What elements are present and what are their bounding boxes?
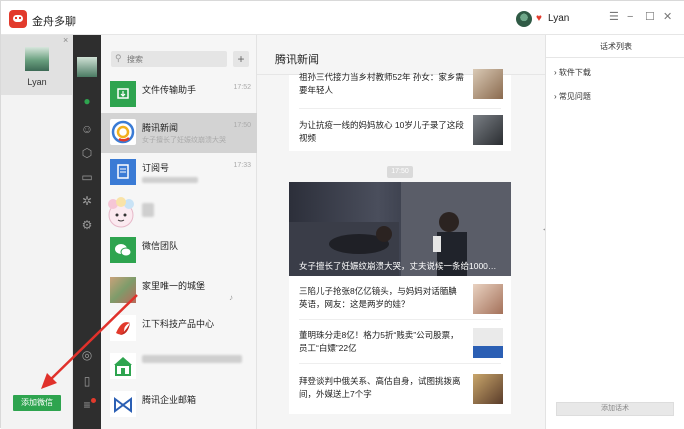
moments-icon[interactable]: ◎ [79, 347, 95, 363]
app-title: 金舟多聊 [32, 16, 76, 28]
article-thumbnail [473, 374, 503, 404]
chat-item-tencent-mail[interactable]: 腾讯企业邮箱 [101, 385, 257, 425]
news-article[interactable]: 为让抗疫一线的妈妈放心 10岁儿子录了这段视频 [299, 109, 503, 151]
jiangxia-icon [110, 315, 136, 341]
tencent-news-icon [110, 119, 136, 145]
article-title: 三陷儿子抢张8亿亿镜头，与妈妈对话腼腆英语，网友：这是两岁的娃？ [299, 286, 457, 309]
gear-icon[interactable]: ⚙ [79, 217, 95, 233]
chat-item-jiangxia[interactable]: 江下科技产品中心 [101, 309, 257, 349]
subscription-icon [110, 159, 136, 185]
search-box[interactable]: ⚲ [111, 51, 227, 67]
chat-list: ⚲ + 文件传输助手 17:52 腾讯新闻 17:50 女子擅长了妊娠纹崩溃大哭… [101, 35, 257, 429]
add-chat-button[interactable]: + [233, 51, 249, 67]
article-thumbnail [473, 328, 503, 358]
minimize-button[interactable]: − [627, 11, 633, 23]
sticker-avatar [103, 195, 139, 231]
nav-avatar[interactable] [77, 57, 97, 77]
chat-name: 腾讯新闻 [142, 123, 179, 133]
account-name: Lyan [27, 77, 47, 87]
chat-item-subscriptions[interactable]: 订阅号 17:33 [101, 153, 257, 193]
building-icon [110, 353, 136, 379]
chat-name: 微信团队 [142, 241, 179, 251]
news-article[interactable]: 董明珠分走8亿！格力5折“贱卖”公司股票，员工“白嫖”22亿 [299, 322, 503, 364]
chat-window: 腾讯新闻 祖孙三代接力当乡村教师52年 孙女：家乡需要年轻人 为让抗疫一线的妈妈… [257, 35, 545, 429]
chat-name: 家里唯一的城堡 [142, 281, 206, 291]
chat-item-blurred[interactable] [101, 347, 257, 387]
divider [546, 57, 684, 58]
chat-snippet: 女子擅长了妊娠纹崩溃大哭 [142, 137, 226, 144]
mute-icon: ♪ [229, 293, 233, 302]
news-article[interactable]: 三陷儿子抢张8亿亿镜头，与妈妈对话腼腆英语，网友：这是两岁的娃？ [299, 278, 503, 320]
scripts-title: 话术列表 [600, 42, 632, 51]
chat-item-file-transfer[interactable]: 文件传输助手 17:52 [101, 75, 257, 115]
search-input[interactable] [127, 51, 223, 67]
article-title: 董明珠分走8亿！格力5折“贱卖”公司股票，员工“白嫖”22亿 [299, 330, 459, 353]
user-avatar[interactable] [516, 11, 532, 27]
article-thumbnail [473, 69, 503, 99]
scripts-item-faq[interactable]: › 常见问题 [554, 91, 591, 102]
article-thumbnail [473, 284, 503, 314]
account-panel: × Lyan 添加微信 [1, 35, 73, 429]
heart-icon: ♥ [536, 13, 542, 24]
file-transfer-icon [110, 81, 136, 107]
blurred-name [142, 203, 154, 217]
scripts-item-download[interactable]: › 软件下载 [554, 67, 591, 78]
phone-icon[interactable]: ▯ [79, 373, 95, 389]
group-avatar [110, 277, 136, 303]
box-icon[interactable]: ⬡ [79, 145, 95, 161]
wechat-nav: ● ☺ ⬡ ▭ ✲ ⚙ ◎ ▯ ≡ [73, 35, 101, 429]
news-article[interactable]: 拜登谈判中俄关系、高估自身，试图挑拨离间，外媒送上7个字 [299, 368, 503, 410]
chat-time: 17:50 [233, 122, 251, 129]
folder-icon[interactable]: ▭ [79, 169, 95, 185]
news-card-main: 女子擅长了妊娠纹崩溃大哭，丈夫说候一条给1000… 三陷儿子抢张8亿亿镜头，与妈… [289, 182, 511, 414]
add-script-button[interactable]: 添加话术 [556, 402, 674, 416]
chat-item-tencent-news[interactable]: 腾讯新闻 17:50 女子擅长了妊娠纹崩溃大哭 [101, 113, 257, 153]
settings-icon[interactable]: ✲ [79, 193, 95, 209]
chat-title: 腾讯新闻 [275, 54, 319, 66]
mail-icon [110, 391, 136, 417]
search-icon: ⚲ [115, 53, 122, 63]
chat-name: 江下科技产品中心 [142, 319, 215, 329]
wechat-team-icon [110, 237, 136, 263]
user-name[interactable]: Lyan [548, 13, 569, 24]
app-logo [9, 10, 27, 28]
hero-caption: 女子擅长了妊娠纹崩溃大哭，丈夫说候一条给1000… [299, 261, 497, 271]
title-bar: 金舟多聊 ♥ Lyan ☰ − ☐ ✕ [1, 1, 684, 35]
article-thumbnail [473, 115, 503, 145]
article-title: 祖孙三代接力当乡村教师52年 孙女：家乡需要年轻人 [299, 72, 464, 95]
menu-button[interactable]: ☰ [609, 11, 619, 23]
add-wechat-button[interactable]: 添加微信 [13, 395, 61, 411]
chat-name: 文件传输助手 [142, 85, 197, 95]
scripts-item-label: 软件下载 [558, 68, 591, 77]
blurred-name [142, 355, 242, 363]
chat-item-family-castle[interactable]: 家里唯一的城堡 ♪ [101, 271, 257, 311]
time-separator: 17:50 [387, 166, 413, 178]
hero-article-image[interactable]: 女子擅长了妊娠纹崩溃大哭，丈夫说候一条给1000… [289, 182, 511, 276]
account-avatar[interactable] [25, 47, 49, 71]
close-button[interactable]: ✕ [663, 11, 672, 23]
article-title: 为让抗疫一线的妈妈放心 10岁儿子录了这段视频 [299, 120, 464, 143]
maximize-button[interactable]: ☐ [645, 11, 655, 23]
blurred-snippet [142, 177, 198, 183]
scripts-item-label: 常见问题 [558, 92, 591, 101]
notification-dot [91, 398, 96, 403]
news-card-top: 祖孙三代接力当乡村教师52年 孙女：家乡需要年轻人 为让抗疫一线的妈妈放心 10… [289, 69, 511, 151]
scripts-panel: 话术列表 › 软件下载 › 常见问题 添加话术 [545, 35, 684, 429]
chat-item-sticker[interactable] [101, 193, 257, 233]
chat-icon[interactable]: ● [79, 93, 95, 109]
contacts-icon[interactable]: ☺ [79, 121, 95, 137]
account-item[interactable]: × Lyan [1, 35, 73, 95]
account-close-button[interactable]: × [63, 35, 68, 45]
news-article[interactable]: 祖孙三代接力当乡村教师52年 孙女：家乡需要年轻人 [299, 69, 503, 109]
article-title: 拜登谈判中俄关系、高估自身，试图挑拨离间，外媒送上7个字 [299, 376, 461, 399]
chat-time: 17:33 [233, 162, 251, 169]
app-window: 金舟多聊 ♥ Lyan ☰ − ☐ ✕ × Lyan 添加微信 ● ☺ ⬡ ▭ … [0, 0, 684, 429]
chat-item-wechat-team[interactable]: 微信团队 [101, 231, 257, 271]
chat-name: 订阅号 [142, 163, 170, 173]
chat-time: 17:52 [233, 84, 251, 91]
chat-name: 腾讯企业邮箱 [142, 395, 197, 405]
